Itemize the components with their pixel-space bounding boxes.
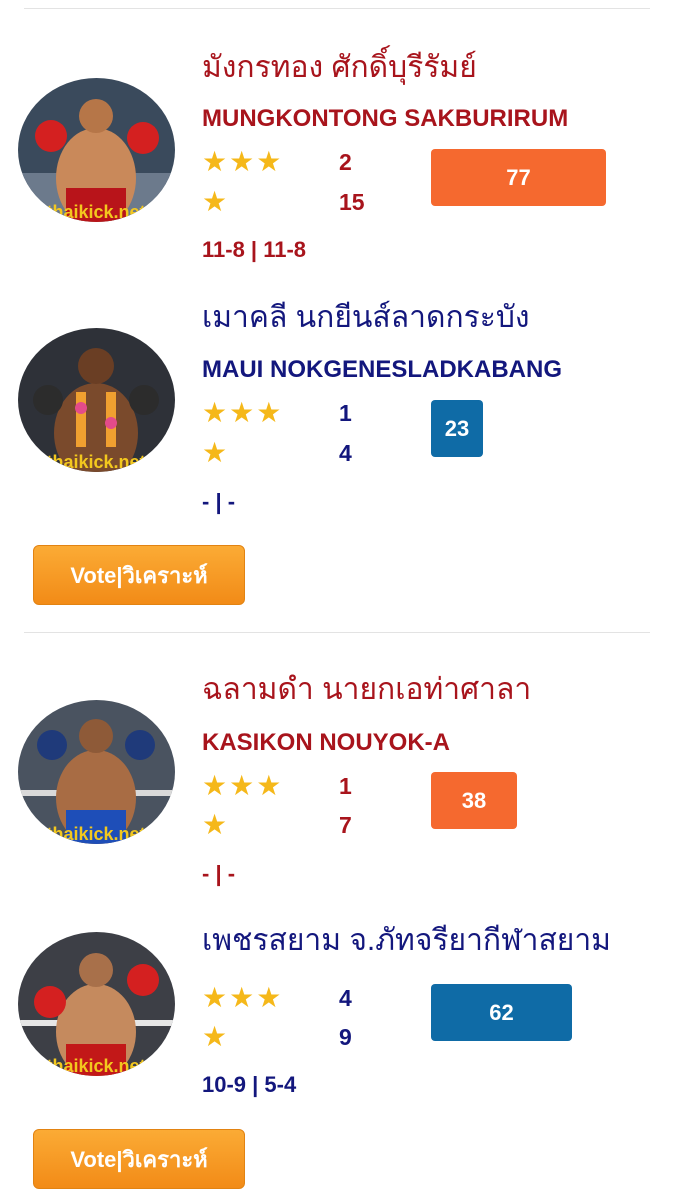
score-button[interactable]: 77 xyxy=(431,149,606,206)
fighter-photo-icon: thaikick.net xyxy=(18,700,175,844)
fighter-thai-name[interactable]: ฉลามดำ นายกเอท่าศาลา xyxy=(202,672,531,708)
score-button[interactable]: 38 xyxy=(431,772,517,829)
fighter-photo-icon: thaikick.net xyxy=(18,932,175,1076)
watermark-text: thaikick.net xyxy=(46,202,145,222)
one-star-count: 15 xyxy=(339,189,365,215)
fighter-record: - | - xyxy=(202,489,236,514)
three-star-icon: ★★★ xyxy=(202,146,284,177)
three-star-icon: ★★★ xyxy=(202,770,284,801)
one-star-count: 9 xyxy=(339,1024,352,1050)
one-star-icon: ★ xyxy=(202,1021,230,1052)
one-star-icon: ★ xyxy=(202,437,230,468)
one-star-count: 4 xyxy=(339,440,352,466)
score-button[interactable]: 23 xyxy=(431,400,483,457)
score-button[interactable]: 62 xyxy=(431,984,572,1041)
fighter-thai-name[interactable]: เมาคลี นกยีนส์ลาดกระบัง xyxy=(202,300,530,336)
fighter-record: - | - xyxy=(202,861,236,886)
vote-button[interactable]: Vote|วิเคราะห์ xyxy=(33,1129,245,1189)
three-star-count: 4 xyxy=(339,985,352,1011)
fighter-record: 10-9 | 5-4 xyxy=(202,1072,297,1097)
fighter-english-name[interactable]: MUNGKONTONG SAKBURIRUM xyxy=(202,104,568,134)
three-star-icon: ★★★ xyxy=(202,982,284,1013)
divider xyxy=(24,632,650,633)
fighter-photo-icon: thaikick.net xyxy=(18,328,175,472)
vote-button[interactable]: Vote|วิเคราะห์ xyxy=(33,545,245,605)
fighter-thai-name[interactable]: เพชรสยาม จ.ภัทจรียากีฬาสยาม xyxy=(202,923,611,959)
fighter-avatar[interactable]: thaikick.net xyxy=(18,932,175,1076)
three-star-count: 1 xyxy=(339,400,352,426)
three-star-count: 1 xyxy=(339,773,352,799)
fighter-avatar[interactable]: thaikick.net xyxy=(18,328,175,472)
divider xyxy=(24,8,650,9)
one-star-icon: ★ xyxy=(202,186,230,217)
watermark-text: thaikick.net xyxy=(46,1056,145,1076)
fighter-english-name[interactable]: KASIKON NOUYOK-A xyxy=(202,728,450,758)
watermark-text: thaikick.net xyxy=(46,824,145,844)
one-star-count: 7 xyxy=(339,812,352,838)
three-star-count: 2 xyxy=(339,149,352,175)
one-star-icon: ★ xyxy=(202,809,230,840)
fighter-avatar[interactable]: thaikick.net xyxy=(18,700,175,844)
fighter-english-name[interactable]: MAUI NOKGENESLADKABANG xyxy=(202,355,562,385)
fighter-record: 11-8 | 11-8 xyxy=(202,237,307,262)
fighter-avatar[interactable]: thaikick.net xyxy=(18,78,175,222)
three-star-icon: ★★★ xyxy=(202,397,284,428)
watermark-text: thaikick.net xyxy=(46,452,145,472)
fighter-photo-icon: thaikick.net xyxy=(18,78,175,222)
fighter-thai-name[interactable]: มังกรทอง ศักดิ์บุรีรัมย์ xyxy=(202,50,477,86)
